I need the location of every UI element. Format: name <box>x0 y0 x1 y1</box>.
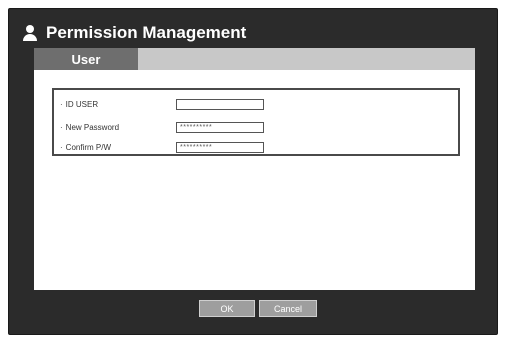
tab-user[interactable]: User <box>34 48 138 70</box>
new-password-input[interactable]: ********** <box>176 122 264 133</box>
tab-strip: User <box>34 48 475 70</box>
form-row-new-password: · New Password <box>60 120 177 134</box>
user-form: · ID USER · New Password ********** · Co… <box>52 88 460 156</box>
form-row-confirm-password: · Confirm P/W <box>60 140 177 154</box>
new-password-label: New Password <box>65 122 120 132</box>
user-icon <box>22 25 38 41</box>
id-user-label: ID USER <box>65 99 99 109</box>
ok-button[interactable]: OK <box>199 300 255 317</box>
bullet-icon: · <box>60 122 63 132</box>
form-row-id-user: · ID USER <box>60 97 177 111</box>
bullet-icon: · <box>60 99 63 109</box>
window-title-bar: Permission Management <box>22 20 246 46</box>
id-user-input[interactable] <box>176 99 264 110</box>
content-panel: · ID USER · New Password ********** · Co… <box>34 70 475 290</box>
bullet-icon: · <box>60 142 63 152</box>
confirm-password-label: Confirm P/W <box>65 142 112 152</box>
confirm-password-input[interactable]: ********** <box>176 142 264 153</box>
window-title: Permission Management <box>46 23 247 42</box>
cancel-button[interactable]: Cancel <box>259 300 317 317</box>
